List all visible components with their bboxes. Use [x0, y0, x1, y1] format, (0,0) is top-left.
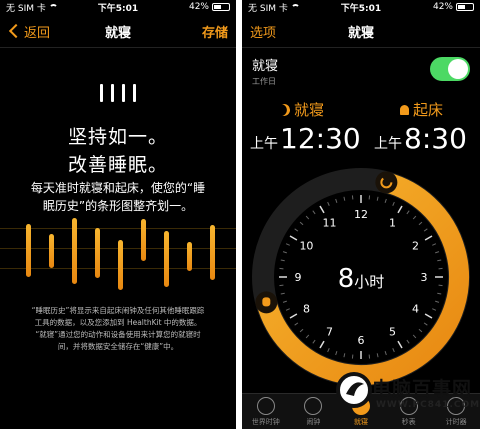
page-title: 就寝 [347, 25, 374, 41]
moon-icon [276, 102, 291, 117]
watermark-logo-icon [336, 372, 372, 408]
dial-hour-label: 7 [326, 326, 333, 339]
bedtime-row: 就寝 工作日 [252, 55, 470, 89]
status-bar: 无 SIM 卡 下午5:01 42% [0, 0, 236, 14]
wake-value: 上午 8:30 [374, 122, 467, 155]
dial-hour-label: 12 [354, 208, 368, 221]
carrier-label: 无 SIM 卡 [6, 3, 46, 14]
bedtime-handle[interactable] [375, 171, 398, 194]
watermark: 电脑百事网 WWW.PC841.COM [336, 368, 480, 418]
sleep-bar [118, 239, 123, 290]
battery-label: 42% [432, 2, 453, 12]
nav-bar: 选项 就寝 [242, 16, 480, 46]
sleep-bar [187, 242, 192, 272]
sleep-dial[interactable]: 121234567891011 8小时 [249, 165, 473, 389]
divider [0, 47, 236, 48]
nav-bar: 返回 就寝 存储 [0, 16, 236, 46]
wifi-icon [48, 4, 58, 10]
sleep-bar [164, 230, 169, 288]
back-button[interactable]: 返回 [8, 22, 50, 41]
footer-text: “睡眠历史”将显示来自起床闹钟及任何其他睡眠跟踪 工具的数据，以及您添加到 He… [31, 306, 205, 351]
watermark-name: 电脑百事网 [372, 378, 473, 400]
dial-hour-label: 9 [295, 271, 302, 284]
bedtime-value: 上午 12:30 [250, 122, 361, 155]
tab-alarm[interactable]: 闹钟 [290, 397, 336, 427]
sleep-ticks-icon [0, 84, 236, 102]
grid-line [0, 228, 236, 229]
dial-hour-label: 2 [412, 240, 419, 253]
tab-world-clock[interactable]: 世界时钟 [243, 397, 289, 427]
sleep-bar [26, 223, 31, 278]
save-button[interactable]: 存储 [202, 22, 228, 41]
bell-icon [262, 297, 271, 307]
left-phone-screen: 无 SIM 卡 下午5:01 42% 返回 就寝 存储 坚持如一。 改善睡眠。 … [0, 0, 236, 429]
bedtime-label: 就寝 [278, 99, 324, 120]
status-bar: 无 SIM 卡 下午5:01 42% [242, 0, 480, 14]
dial-hour-label: 5 [389, 326, 396, 339]
sleep-history-bars [0, 218, 236, 290]
bell-icon [400, 104, 409, 115]
sleep-bar [210, 225, 215, 280]
wifi-icon [290, 4, 300, 10]
watermark-url: WWW.PC841.COM [376, 400, 480, 410]
battery-icon [456, 3, 474, 11]
chevron-left-icon [8, 23, 24, 39]
globe-icon [256, 397, 275, 415]
dial-hour-label: 1 [389, 216, 396, 229]
divider [242, 47, 480, 48]
sleep-bar [49, 233, 54, 269]
dial-hour-label: 6 [358, 334, 365, 347]
bedtime-toggle[interactable] [430, 57, 470, 81]
dial-hour-label: 11 [323, 216, 337, 229]
battery-label: 42% [188, 2, 209, 12]
dial-hour-label: 3 [421, 271, 428, 284]
sleep-bar [141, 219, 146, 262]
battery-icon [212, 3, 230, 11]
hero-heading: 坚持如一。 改善睡眠。 [67, 126, 168, 176]
right-phone-screen: 无 SIM 卡 下午5:01 42% 选项 就寝 就寝 工作日 就寝 起床 上午… [242, 0, 480, 429]
alarm-clock-icon [304, 397, 323, 415]
dial-hour-label: 8 [303, 303, 310, 316]
carrier-label: 无 SIM 卡 [248, 3, 288, 14]
sleep-bar [72, 218, 77, 285]
wake-label: 起床 [400, 99, 443, 120]
description-text: 每天准时就寝和起床，使您的“睡 眠历史”的条形图整齐划一。 [30, 181, 206, 213]
wake-handle[interactable] [255, 291, 278, 314]
sleep-bar [95, 228, 100, 279]
dial-hour-label: 4 [412, 303, 419, 316]
options-button[interactable]: 选项 [250, 22, 276, 41]
dial-hour-label: 10 [299, 240, 313, 253]
